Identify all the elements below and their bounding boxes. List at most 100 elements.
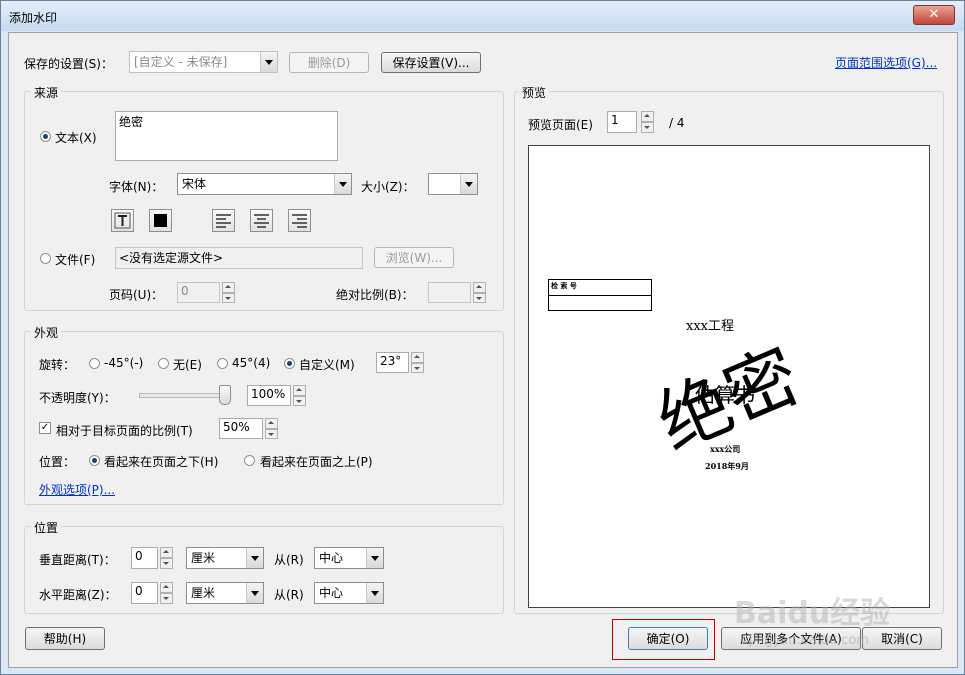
close-button[interactable]: ✕ bbox=[913, 5, 955, 25]
stepper-down-icon[interactable] bbox=[641, 122, 654, 133]
source-file-field[interactable]: <没有选定源文件> bbox=[115, 247, 363, 269]
stepper-down-icon[interactable] bbox=[411, 362, 424, 373]
font-value: 宋体 bbox=[182, 177, 207, 191]
title-bar[interactable]: 添加水印 ✕ bbox=[1, 1, 964, 31]
opacity-stepper[interactable] bbox=[293, 385, 306, 406]
stepper-down-icon[interactable] bbox=[160, 593, 173, 604]
size-label: 大小(Z)： bbox=[361, 180, 415, 194]
horizontal-from-value: 中心 bbox=[319, 586, 344, 600]
vertical-unit-select[interactable]: 厘米 bbox=[186, 547, 264, 569]
rotation-custom-label: 自定义(M) bbox=[299, 358, 355, 372]
position-group-title: 位置 bbox=[31, 519, 62, 536]
stepper-down-icon[interactable] bbox=[160, 558, 173, 569]
vertical-distance-stepper[interactable] bbox=[160, 547, 173, 569]
horizontal-from-select[interactable]: 中心 bbox=[314, 582, 384, 604]
saved-settings-value: [自定义 - 未保存] bbox=[134, 55, 228, 69]
align-right-button[interactable] bbox=[288, 209, 311, 232]
rotation-label: 旋转： bbox=[39, 358, 76, 372]
stepper-up-icon[interactable] bbox=[160, 547, 173, 558]
preview-canvas: 检 索 号 xxx工程 估算书 绝密 xxx公司 2018年9月 bbox=[528, 145, 930, 608]
rotation-custom-radio[interactable] bbox=[284, 358, 295, 369]
absolute-scale-input[interactable] bbox=[428, 282, 471, 303]
doc-index-label: 检 索 号 bbox=[551, 281, 577, 290]
chevron-down-icon bbox=[334, 174, 351, 194]
rotation-45-radio[interactable] bbox=[217, 358, 228, 369]
preview-page-stepper[interactable] bbox=[641, 111, 654, 133]
stepper-down-icon[interactable] bbox=[293, 395, 306, 406]
absolute-scale-stepper[interactable] bbox=[473, 282, 486, 303]
help-button[interactable]: 帮助(H) bbox=[25, 627, 105, 650]
saved-settings-select[interactable]: [自定义 - 未保存] bbox=[129, 51, 278, 73]
ok-button[interactable]: 确定(O) bbox=[628, 627, 708, 650]
appearance-group-title: 外观 bbox=[31, 324, 62, 341]
align-center-icon bbox=[254, 214, 269, 228]
vertical-from-select[interactable]: 中心 bbox=[314, 547, 384, 569]
align-right-icon bbox=[292, 214, 307, 228]
relative-scale-input[interactable]: 50% bbox=[219, 418, 263, 439]
relative-scale-checkbox[interactable]: ✓ bbox=[39, 422, 51, 434]
text-source-radio[interactable] bbox=[40, 131, 51, 142]
chevron-down-icon bbox=[366, 548, 383, 568]
font-select[interactable]: 宋体 bbox=[177, 173, 352, 195]
horizontal-distance-stepper[interactable] bbox=[160, 582, 173, 604]
preview-page-input[interactable]: 1 bbox=[607, 111, 637, 133]
opacity-input[interactable]: 100% bbox=[247, 385, 291, 406]
text-style-icon bbox=[114, 212, 131, 229]
horizontal-from-label: 从(R) bbox=[274, 588, 304, 602]
stepper-up-icon[interactable] bbox=[411, 352, 424, 363]
horizontal-distance-input[interactable]: 0 bbox=[131, 582, 158, 604]
opacity-slider-track[interactable] bbox=[139, 393, 231, 398]
text-style-button[interactable] bbox=[111, 209, 134, 232]
horizontal-unit-select[interactable]: 厘米 bbox=[186, 582, 264, 604]
chevron-down-icon bbox=[260, 52, 277, 72]
stepper-up-icon[interactable] bbox=[473, 282, 486, 293]
text-color-button[interactable] bbox=[149, 209, 172, 232]
rotation-angle-stepper[interactable] bbox=[411, 352, 424, 373]
page-range-options-link[interactable]: 页面范围选项(G)... bbox=[835, 54, 937, 71]
appearance-options-link[interactable]: 外观选项(P)... bbox=[39, 481, 115, 498]
stepper-up-icon[interactable] bbox=[641, 111, 654, 122]
rotation-angle-input[interactable]: 23° bbox=[376, 352, 409, 373]
vertical-from-label: 从(R) bbox=[274, 553, 304, 567]
dialog-window: 添加水印 ✕ 保存的设置(S)： [自定义 - 未保存] 删除(D) 保存设置(… bbox=[0, 0, 965, 675]
file-source-label: 文件(F) bbox=[55, 253, 96, 267]
page-number-label: 页码(U)： bbox=[109, 288, 164, 302]
dialog-body: 保存的设置(S)： [自定义 - 未保存] 删除(D) 保存设置(V)... 页… bbox=[8, 32, 958, 668]
brand-watermark-logo: Baidu经验 bbox=[734, 596, 891, 631]
stepper-up-icon[interactable] bbox=[265, 418, 278, 429]
source-group-title: 来源 bbox=[31, 84, 62, 101]
page-number-stepper[interactable] bbox=[222, 282, 235, 303]
vertical-distance-input[interactable]: 0 bbox=[131, 547, 158, 569]
align-left-button[interactable] bbox=[212, 209, 235, 232]
saved-settings-label: 保存的设置(S)： bbox=[24, 57, 113, 71]
text-source-label: 文本(X) bbox=[55, 131, 97, 145]
size-select[interactable] bbox=[428, 173, 478, 195]
page-number-input[interactable]: 0 bbox=[177, 282, 220, 303]
behind-page-radio[interactable] bbox=[89, 455, 100, 466]
opacity-slider-thumb[interactable] bbox=[219, 385, 231, 405]
stepper-down-icon[interactable] bbox=[473, 292, 486, 303]
rotation-none-radio[interactable] bbox=[158, 358, 169, 369]
rotation-45-label: 45°(4) bbox=[232, 356, 271, 370]
save-settings-button[interactable]: 保存设置(V)... bbox=[381, 52, 481, 73]
rotation-minus45-radio[interactable] bbox=[89, 358, 100, 369]
horizontal-unit-value: 厘米 bbox=[191, 586, 216, 600]
preview-page-total: / 4 bbox=[669, 116, 685, 130]
align-center-button[interactable] bbox=[250, 209, 273, 232]
file-source-radio[interactable] bbox=[40, 253, 51, 264]
stepper-down-icon[interactable] bbox=[222, 292, 235, 303]
rotation-none-label: 无(E) bbox=[173, 358, 202, 372]
chevron-down-icon bbox=[246, 583, 263, 603]
stepper-up-icon[interactable] bbox=[222, 282, 235, 293]
horizontal-distance-label: 水平距离(Z)： bbox=[39, 588, 117, 602]
position-layer-label: 位置： bbox=[39, 455, 76, 469]
stepper-up-icon[interactable] bbox=[293, 385, 306, 396]
stepper-down-icon[interactable] bbox=[265, 428, 278, 439]
watermark-text-input[interactable]: 绝密 bbox=[115, 111, 338, 161]
relative-scale-label: 相对于目标页面的比例(T) bbox=[56, 424, 193, 438]
relative-scale-stepper[interactable] bbox=[265, 418, 278, 439]
delete-button[interactable]: 删除(D) bbox=[289, 52, 369, 73]
browse-button[interactable]: 浏览(W)... bbox=[374, 247, 454, 268]
stepper-up-icon[interactable] bbox=[160, 582, 173, 593]
front-page-radio[interactable] bbox=[244, 455, 255, 466]
